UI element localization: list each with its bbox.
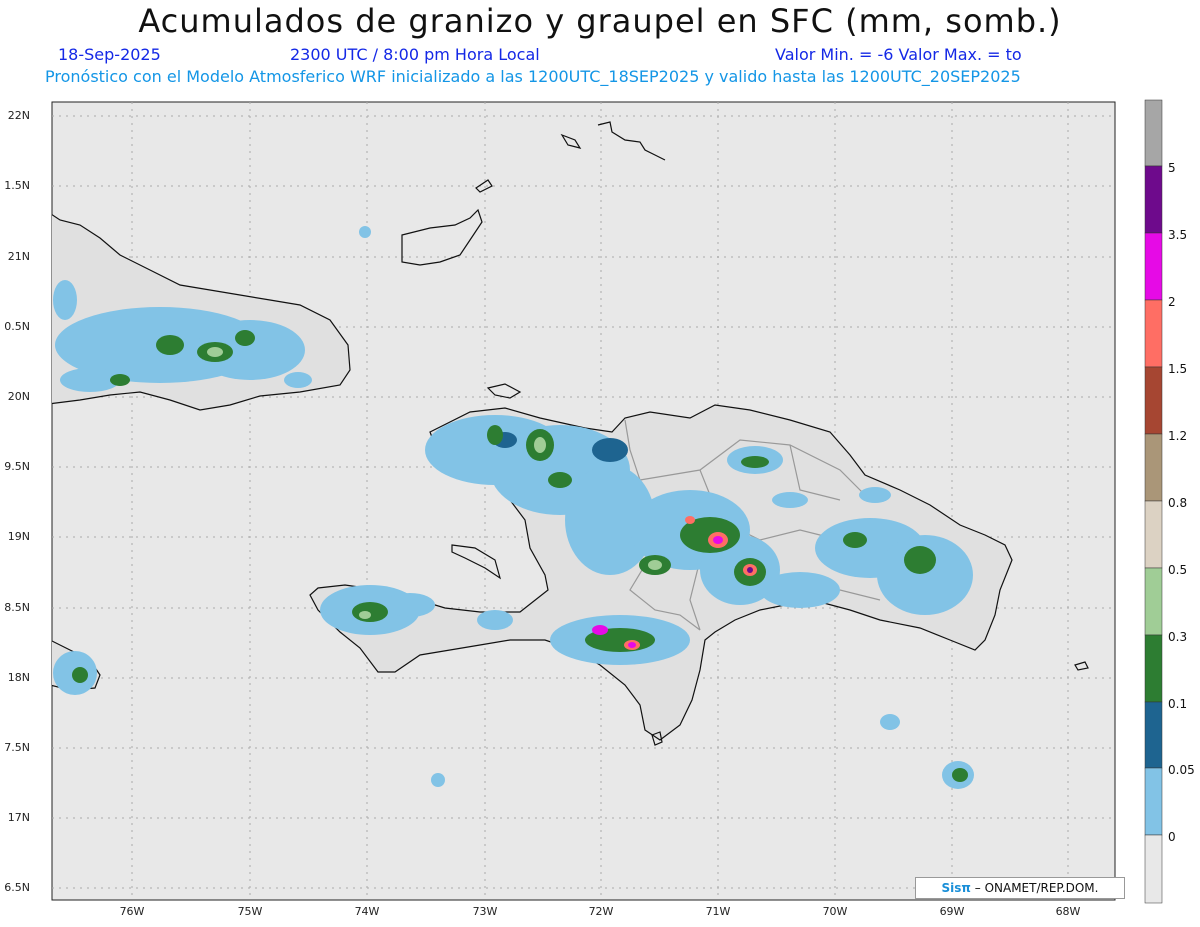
lat-tick: 21N xyxy=(7,250,30,263)
colorbar-label: 0 xyxy=(1168,830,1176,844)
credit-text: – ONAMET/REP.DOM. xyxy=(974,881,1099,895)
sispi-logo: Sisπ xyxy=(941,881,971,895)
lon-tick: 73W xyxy=(472,905,498,918)
colorbar-label: 1.2 xyxy=(1168,429,1188,443)
lon-tick: 69W xyxy=(939,905,965,918)
lat-tick: 22N xyxy=(7,109,30,122)
lat-tick: 9.5N xyxy=(4,460,30,473)
lat-tick: 1.5N xyxy=(4,179,30,192)
colorbar-label: 0.5 xyxy=(1168,563,1188,577)
lon-tick: 68W xyxy=(1055,905,1081,918)
lon-tick: 72W xyxy=(588,905,614,918)
lon-tick: 70W xyxy=(822,905,848,918)
colorbar-label: 0.3 xyxy=(1168,630,1188,644)
lat-tick: 0.5N xyxy=(4,320,30,333)
lat-tick: 18N xyxy=(7,671,30,684)
colorbar-label: 0.8 xyxy=(1168,496,1188,510)
colorbar-label: 5 xyxy=(1168,161,1176,175)
lon-tick: 76W xyxy=(119,905,145,918)
lat-tick: 17N xyxy=(7,811,30,824)
colorbar-label: 0.05 xyxy=(1168,763,1195,777)
colorbar-label: 3.5 xyxy=(1168,228,1188,242)
map-canvas xyxy=(51,99,1163,904)
lon-tick: 71W xyxy=(705,905,731,918)
colorbar-label: 1.5 xyxy=(1168,362,1188,376)
lat-tick: 19N xyxy=(7,530,30,543)
lat-tick: 20N xyxy=(7,390,30,403)
lon-tick: 74W xyxy=(354,905,380,918)
lat-tick: 8.5N xyxy=(4,601,30,614)
credit-box: Sisπ – ONAMET/REP.DOM. xyxy=(915,877,1125,899)
colorbar-label: 0.1 xyxy=(1168,697,1188,711)
lat-tick: 7.5N xyxy=(4,741,30,754)
colorbar xyxy=(1144,99,1163,904)
colorbar-label: 2 xyxy=(1168,295,1176,309)
lat-tick: 6.5N xyxy=(4,881,30,894)
lon-tick: 75W xyxy=(237,905,263,918)
